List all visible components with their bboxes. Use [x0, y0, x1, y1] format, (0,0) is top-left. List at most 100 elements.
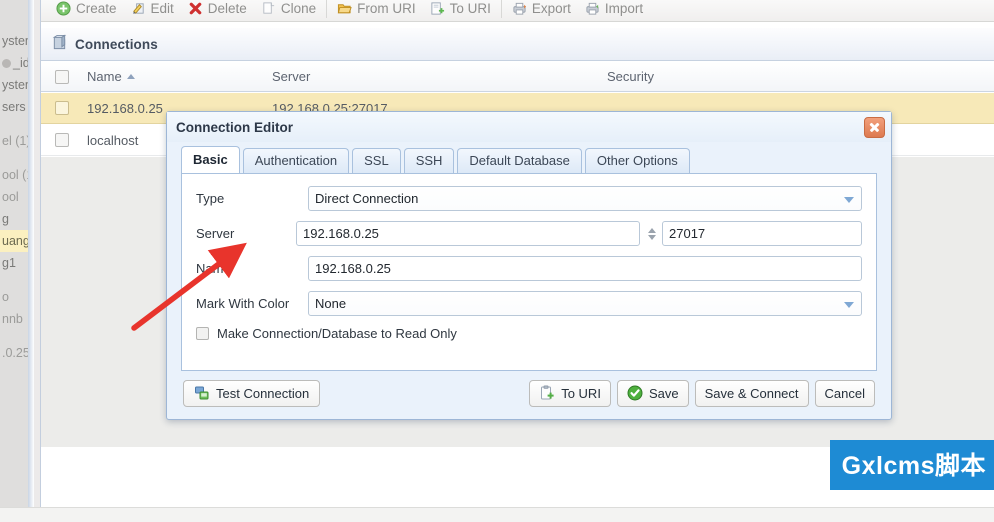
create-label: Create — [76, 1, 117, 16]
tab-default-database[interactable]: Default Database — [457, 148, 582, 173]
dialog-footer: Test Connection To URI Save Save & Conne… — [167, 367, 891, 419]
name-input[interactable] — [308, 256, 862, 281]
column-header-name-label: Name — [87, 69, 122, 84]
close-icon[interactable] — [864, 116, 885, 138]
basic-tab-panel: Type Direct Connection Server 192.168.0.… — [181, 173, 877, 371]
type-select-value: Direct Connection — [315, 191, 419, 206]
edit-button[interactable]: Edit — [124, 0, 181, 21]
save-and-connect-button[interactable]: Save & Connect — [694, 379, 809, 407]
dialog-title: Connection Editor — [176, 119, 293, 135]
chevron-down-icon — [844, 302, 854, 308]
application-window: ystem _id ystem sers el (1) ool (1 ool g… — [0, 0, 994, 522]
from-uri-label: From URI — [357, 1, 416, 16]
row-checkbox[interactable] — [55, 133, 69, 147]
save-and-connect-label: Save & Connect — [704, 385, 799, 401]
copy-icon — [261, 1, 276, 16]
from-uri-button[interactable]: From URI — [330, 0, 423, 21]
port-stepper[interactable] — [646, 223, 657, 245]
tab-authentication[interactable]: Authentication — [242, 148, 350, 173]
server-label: Server — [196, 226, 235, 241]
tab-other-options[interactable]: Other Options — [584, 148, 690, 173]
row-checkbox[interactable] — [55, 101, 69, 115]
port-input[interactable] — [662, 221, 862, 246]
database-icon — [51, 34, 68, 54]
to-uri-dialog-button[interactable]: To URI — [529, 379, 611, 407]
toolbar-separator — [500, 0, 502, 18]
connections-title: Connections — [75, 36, 158, 52]
clone-button[interactable]: Clone — [254, 0, 323, 21]
plus-circle-icon — [56, 1, 71, 16]
type-label: Type — [196, 191, 225, 206]
connections-table-header: Name Server Security — [41, 62, 994, 92]
column-header-name[interactable]: Name — [83, 69, 272, 84]
sidebar-divider — [28, 0, 34, 522]
type-control: Direct Connection — [308, 186, 862, 211]
readonly-label: Make Connection/Database to Read Only — [217, 326, 457, 341]
readonly-row[interactable]: Make Connection/Database to Read Only — [196, 326, 862, 341]
test-connection-icon — [194, 385, 210, 401]
red-x-icon — [188, 1, 203, 16]
column-header-server[interactable]: Server — [272, 69, 607, 84]
cancel-label: Cancel — [824, 385, 865, 401]
printer-import-icon — [585, 1, 600, 16]
connections-panel-header: Connections — [41, 28, 994, 61]
pencil-icon — [131, 1, 146, 16]
save-button[interactable]: Save — [616, 379, 689, 407]
sort-asc-icon — [126, 74, 135, 79]
server-row: Server — [196, 221, 862, 246]
clipboard-plus-icon — [539, 385, 555, 401]
create-button[interactable]: Create — [49, 0, 124, 21]
delete-label: Delete — [207, 1, 247, 16]
name-label: Name — [196, 261, 231, 276]
key-icon — [2, 59, 11, 68]
row-select-cell[interactable] — [41, 101, 83, 115]
tab-ssh[interactable]: SSH — [403, 148, 455, 173]
dialog-title-bar: Connection Editor — [167, 112, 891, 142]
select-all-cell[interactable] — [41, 69, 83, 84]
import-label: Import — [604, 1, 644, 16]
to-uri-label: To URI — [449, 1, 491, 16]
name-row: Name — [196, 256, 862, 281]
type-row: Type Direct Connection — [196, 186, 862, 211]
export-uri-icon — [430, 1, 445, 16]
color-row: Mark With Color None — [196, 291, 862, 316]
clone-label: Clone — [280, 1, 317, 16]
name-control — [308, 256, 862, 281]
bottom-strip — [0, 507, 994, 522]
row-select-cell[interactable] — [41, 133, 83, 147]
tab-ssl[interactable]: SSL — [352, 148, 401, 173]
edit-label: Edit — [150, 1, 174, 16]
select-all-checkbox[interactable] — [55, 69, 69, 84]
delete-button[interactable]: Delete — [181, 0, 254, 21]
export-label: Export — [531, 1, 571, 16]
color-select-value: None — [315, 296, 347, 311]
color-select[interactable]: None — [308, 291, 862, 316]
check-circle-icon — [627, 385, 643, 401]
server-input[interactable] — [296, 221, 640, 246]
color-label: Mark With Color — [196, 296, 290, 311]
left-sidebar: ystem _id ystem sers el (1) ool (1 ool g… — [0, 0, 34, 522]
stepper-up-icon[interactable] — [647, 227, 656, 233]
folder-open-icon — [337, 1, 352, 16]
type-select[interactable]: Direct Connection — [308, 186, 862, 211]
cancel-button[interactable]: Cancel — [814, 379, 875, 407]
to-uri-button[interactable]: To URI — [423, 0, 498, 21]
printer-export-icon — [512, 1, 527, 16]
tab-basic[interactable]: Basic — [181, 146, 240, 173]
server-control — [296, 221, 862, 246]
column-header-security[interactable]: Security — [607, 69, 994, 84]
save-label: Save — [648, 385, 679, 401]
to-uri-dialog-label: To URI — [561, 385, 601, 401]
import-button[interactable]: Import — [578, 0, 650, 21]
chevron-down-icon — [844, 197, 854, 203]
toolbar-separator — [326, 0, 328, 18]
connection-editor-dialog: Connection Editor Basic Authentication S… — [166, 111, 892, 420]
test-connection-label: Test Connection — [216, 385, 310, 401]
export-button[interactable]: Export — [505, 0, 578, 21]
test-connection-button[interactable]: Test Connection — [183, 379, 321, 407]
stepper-down-icon[interactable] — [647, 234, 656, 240]
dialog-tabs: Basic Authentication SSL SSH Default Dat… — [167, 144, 891, 173]
readonly-checkbox[interactable] — [196, 327, 209, 340]
watermark: Gxlcms脚本 — [829, 440, 994, 490]
color-control: None — [308, 291, 862, 316]
